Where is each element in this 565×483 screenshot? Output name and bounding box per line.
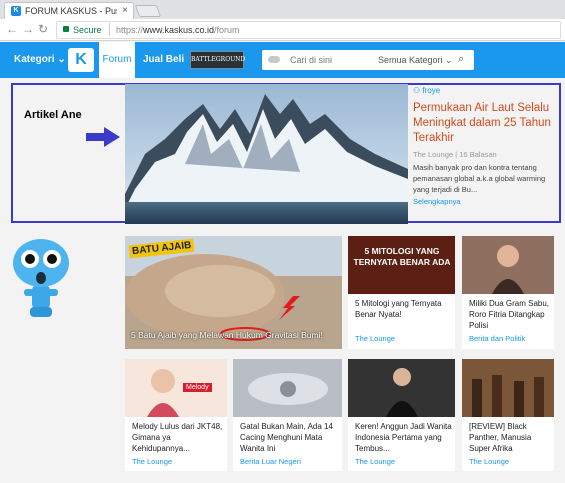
author-username[interactable]: ⚇ froye bbox=[413, 86, 558, 95]
search-box[interactable]: Cari di sini Semua Kategori ⌄ ⌕ bbox=[262, 50, 474, 70]
article-card-category[interactable]: The Lounge bbox=[355, 457, 395, 466]
card-image-text: Melody bbox=[183, 383, 212, 392]
arrow-right-icon bbox=[86, 127, 120, 147]
search-icon[interactable]: ⌕ bbox=[458, 53, 464, 66]
article-card-category[interactable]: Berita dan Politik bbox=[469, 334, 525, 343]
divider bbox=[109, 23, 110, 36]
article-card-image: 5 MITOLOGI YANG TERNYATA BENAR ADA bbox=[348, 236, 455, 294]
article-card-category[interactable]: Berita Luar Negeri bbox=[240, 457, 301, 466]
user-icon: ⚇ bbox=[413, 86, 421, 95]
tab-title: FORUM KASKUS - Pusat bbox=[25, 6, 117, 16]
url-field[interactable]: Secure https://www.kaskus.co.id/forum bbox=[56, 21, 561, 39]
kaskus-mascot-icon bbox=[13, 239, 69, 317]
article-card-image bbox=[348, 359, 455, 417]
tab-forum[interactable]: Forum bbox=[99, 42, 135, 78]
article-card-image: Melody bbox=[125, 359, 227, 417]
featured-article-title[interactable]: Permukaan Air Laut Selalu Meningkat dala… bbox=[413, 101, 558, 146]
battleground-logo[interactable]: BATTLEGROUND bbox=[190, 51, 245, 69]
browser-tab-bar: K FORUM KASKUS - Pusat × bbox=[0, 0, 565, 19]
featured-article-image[interactable] bbox=[125, 84, 408, 224]
search-input[interactable]: Cari di sini bbox=[290, 55, 332, 65]
article-card-title: Gatal Bukan Main, Ada 14 Cacing Menghuni… bbox=[240, 422, 333, 453]
url-text: https://www.kaskus.co.id/forum bbox=[116, 25, 240, 35]
article-card-title: [REVIEW] Black Panther, Manusia Super Af… bbox=[469, 422, 532, 453]
featured-article-text: ⚇ froye Permukaan Air Laut Selalu Mening… bbox=[413, 86, 558, 206]
tab-jual-beli[interactable]: Jual Beli bbox=[143, 54, 184, 65]
featured-article-description: Masih banyak pro dan kontra tentang pema… bbox=[413, 163, 546, 194]
browser-tab[interactable]: K FORUM KASKUS - Pusat × bbox=[4, 2, 134, 19]
article-card-category[interactable]: The Lounge bbox=[355, 334, 395, 343]
article-card-image: BATU AJAIB 5 Batu Ajaib yang Melawan Huk… bbox=[125, 236, 342, 349]
article-card-title: Keren! Anggun Jadi Wanita Indonesia Pert… bbox=[355, 422, 452, 453]
article-card[interactable]: [REVIEW] Black Panther, Manusia Super Af… bbox=[462, 359, 554, 471]
site-header: Kategori ⌄ K Forum Jual Beli BATTLEGROUN… bbox=[0, 42, 565, 78]
article-card-image bbox=[233, 359, 342, 417]
tab-close-icon[interactable]: × bbox=[122, 5, 128, 16]
article-card-category[interactable]: The Lounge bbox=[469, 457, 509, 466]
back-icon[interactable]: ← bbox=[6, 22, 18, 36]
article-card[interactable]: Gatal Bukan Main, Ada 14 Cacing Menghuni… bbox=[233, 359, 342, 471]
new-tab-button[interactable] bbox=[134, 5, 162, 17]
featured-label: Artikel Ane bbox=[24, 109, 82, 121]
article-card-title: Miliki Dua Gram Sabu, Roro Fitria Ditang… bbox=[469, 299, 550, 330]
secure-label: Secure bbox=[73, 25, 102, 35]
article-card-title: 5 Mitologi yang Ternyata Benar Nyata! bbox=[355, 299, 442, 319]
article-card-image bbox=[462, 236, 554, 294]
search-category-select[interactable]: Semua Kategori ⌄ bbox=[378, 55, 453, 66]
read-more-link[interactable]: Selengkapnya bbox=[413, 197, 558, 206]
kategori-dropdown[interactable]: Kategori ⌄ bbox=[14, 54, 66, 65]
kaskus-logo[interactable]: K bbox=[68, 48, 94, 72]
article-card-category[interactable]: The Lounge bbox=[132, 457, 172, 466]
article-card[interactable]: Melody Melody Lulus dari JKT48, Gimana y… bbox=[125, 359, 227, 471]
reload-icon[interactable]: ↻ bbox=[38, 22, 48, 36]
browser-address-bar: ← → ↻ Secure https://www.kaskus.co.id/fo… bbox=[0, 19, 565, 41]
kaskus-favicon-icon: K bbox=[11, 6, 21, 16]
chevron-down-icon: ⌄ bbox=[57, 54, 66, 65]
forward-icon[interactable]: → bbox=[22, 22, 34, 36]
lock-icon bbox=[63, 26, 69, 32]
article-card[interactable]: Keren! Anggun Jadi Wanita Indonesia Pert… bbox=[348, 359, 455, 471]
article-card-title: Melody Lulus dari JKT48, Gimana ya Kehid… bbox=[132, 422, 223, 453]
article-card[interactable]: Miliki Dua Gram Sabu, Roro Fitria Ditang… bbox=[462, 236, 554, 349]
featured-article-meta: The Lounge | 16 Balasan bbox=[413, 150, 497, 159]
article-card-image bbox=[462, 359, 554, 417]
article-card-title: 5 Batu Ajaib yang Melawan Hukum Gravitas… bbox=[131, 330, 323, 340]
cloud-icon bbox=[268, 56, 280, 63]
article-card[interactable]: 5 MITOLOGI YANG TERNYATA BENAR ADA 5 Mit… bbox=[348, 236, 455, 349]
card-image-text: 5 MITOLOGI YANG TERNYATA BENAR ADA bbox=[353, 246, 451, 267]
article-card[interactable]: BATU AJAIB 5 Batu Ajaib yang Melawan Huk… bbox=[125, 236, 342, 349]
